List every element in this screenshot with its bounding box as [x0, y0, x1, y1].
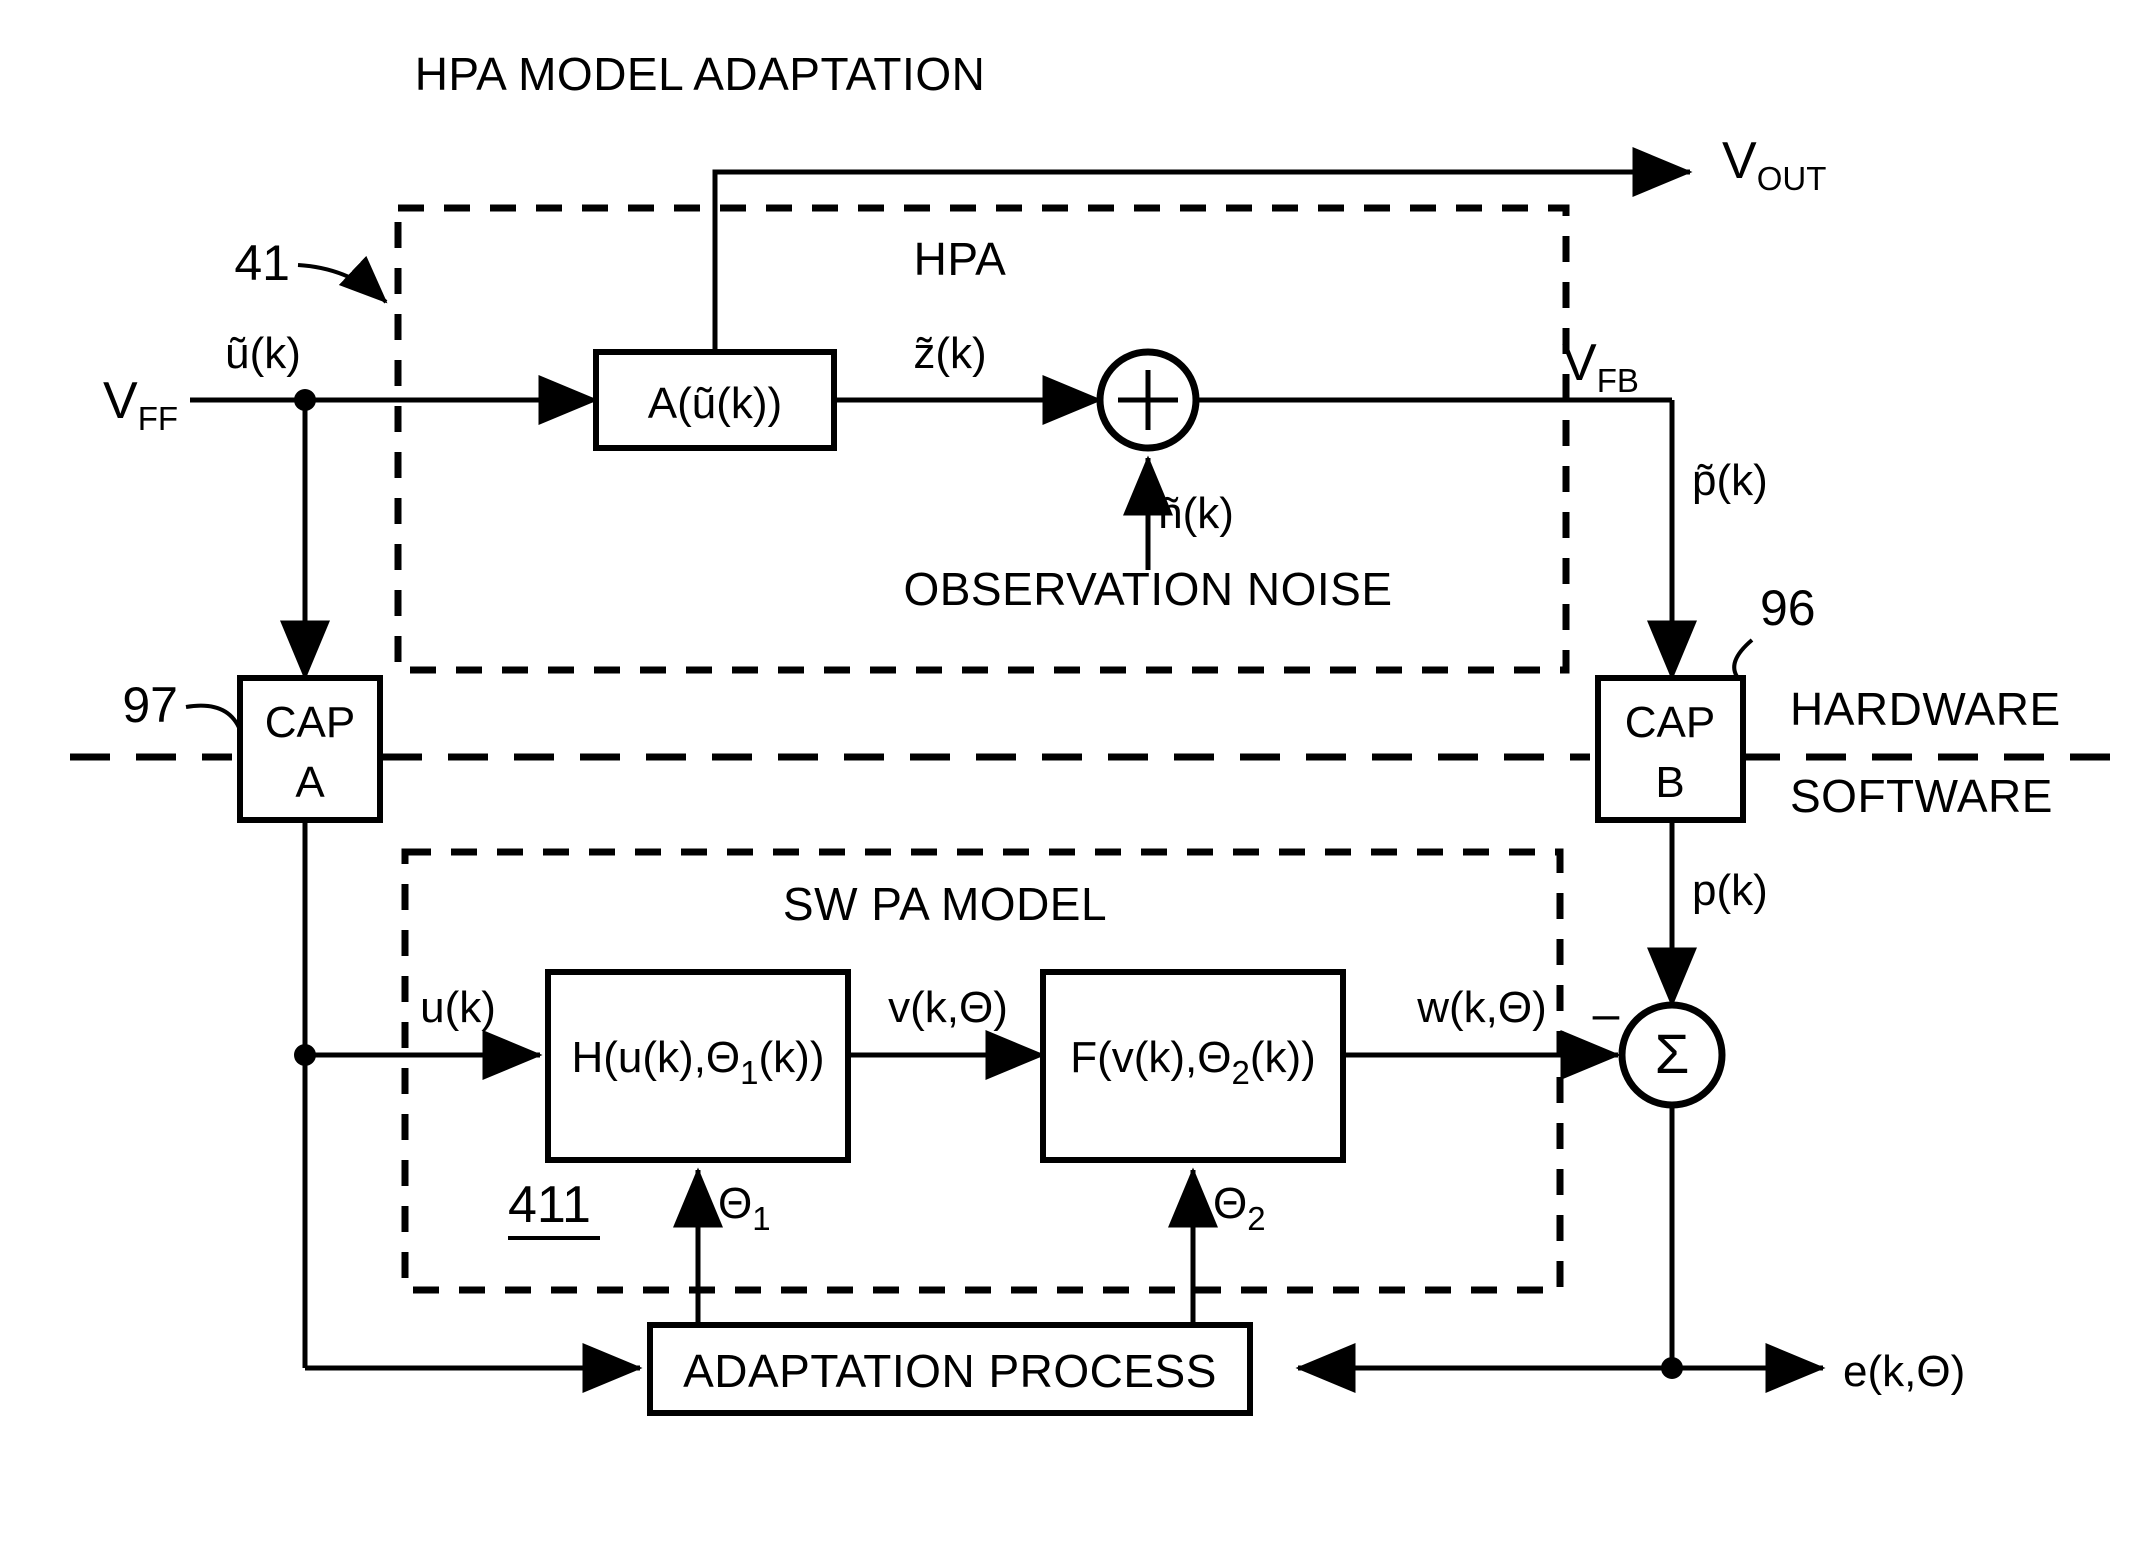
block-diagram-svg: HPA MODEL ADAPTATION HPA SW PA MODEL A(ũ… — [70, 48, 2110, 1416]
reference-96-label: 96 — [1760, 580, 1816, 636]
sigma-symbol: Σ — [1655, 1022, 1690, 1085]
minus-sign: – — [1593, 988, 1620, 1041]
vout-wire — [712, 147, 1693, 352]
vff-label: VFF — [103, 372, 178, 437]
u-k-label: u(k) — [420, 983, 496, 1032]
u-tilde-label: ũ(k) — [225, 329, 301, 378]
software-label: SOFTWARE — [1790, 770, 2053, 822]
n-tilde-label: ñ(k) — [1158, 489, 1234, 538]
w-k-theta-label: w(k,Θ) — [1416, 983, 1547, 1032]
patent-figure-canvas: HPA MODEL ADAPTATION HPA SW PA MODEL A(ũ… — [0, 0, 2147, 1564]
reference-41-leader — [297, 255, 388, 304]
hardware-label: HARDWARE — [1790, 683, 2061, 735]
reference-97-leader — [185, 703, 242, 731]
reference-411-label: 411 — [508, 1176, 591, 1234]
sw-pa-model-box-label: SW PA MODEL — [783, 878, 1107, 930]
z-tilde-label: z̃(k) — [913, 329, 986, 378]
cap-b-label-line2: B — [1655, 758, 1684, 807]
cap-a-label-line1: CAP — [265, 698, 355, 747]
theta1-label: Θ1 — [718, 1179, 771, 1237]
p-k-label: p(k) — [1692, 866, 1768, 915]
hpa-box-label: HPA — [914, 233, 1007, 285]
reference-41-label: 41 — [234, 235, 290, 291]
vfb-label: VFB — [1562, 334, 1639, 399]
observation-noise-label: OBSERVATION NOISE — [903, 563, 1392, 615]
v-k-theta-label: v(k,Θ) — [888, 983, 1008, 1032]
adaptation-process-label: ADAPTATION PROCESS — [683, 1345, 1217, 1397]
cap-b-label-line1: CAP — [1625, 698, 1715, 747]
hpa-amplifier-label: A(ũ(k)) — [648, 379, 782, 428]
theta2-label: Θ2 — [1213, 1179, 1266, 1237]
figure-title: HPA MODEL ADAPTATION — [415, 48, 986, 100]
cap-a-label-line2: A — [295, 758, 325, 807]
reference-96-leader — [1732, 638, 1754, 680]
vout-label: VOUT — [1722, 132, 1826, 197]
e-k-theta-label: e(k,Θ) — [1843, 1347, 1965, 1396]
p-tilde-label: p̃(k) — [1692, 456, 1768, 505]
reference-97-label: 97 — [122, 677, 178, 733]
